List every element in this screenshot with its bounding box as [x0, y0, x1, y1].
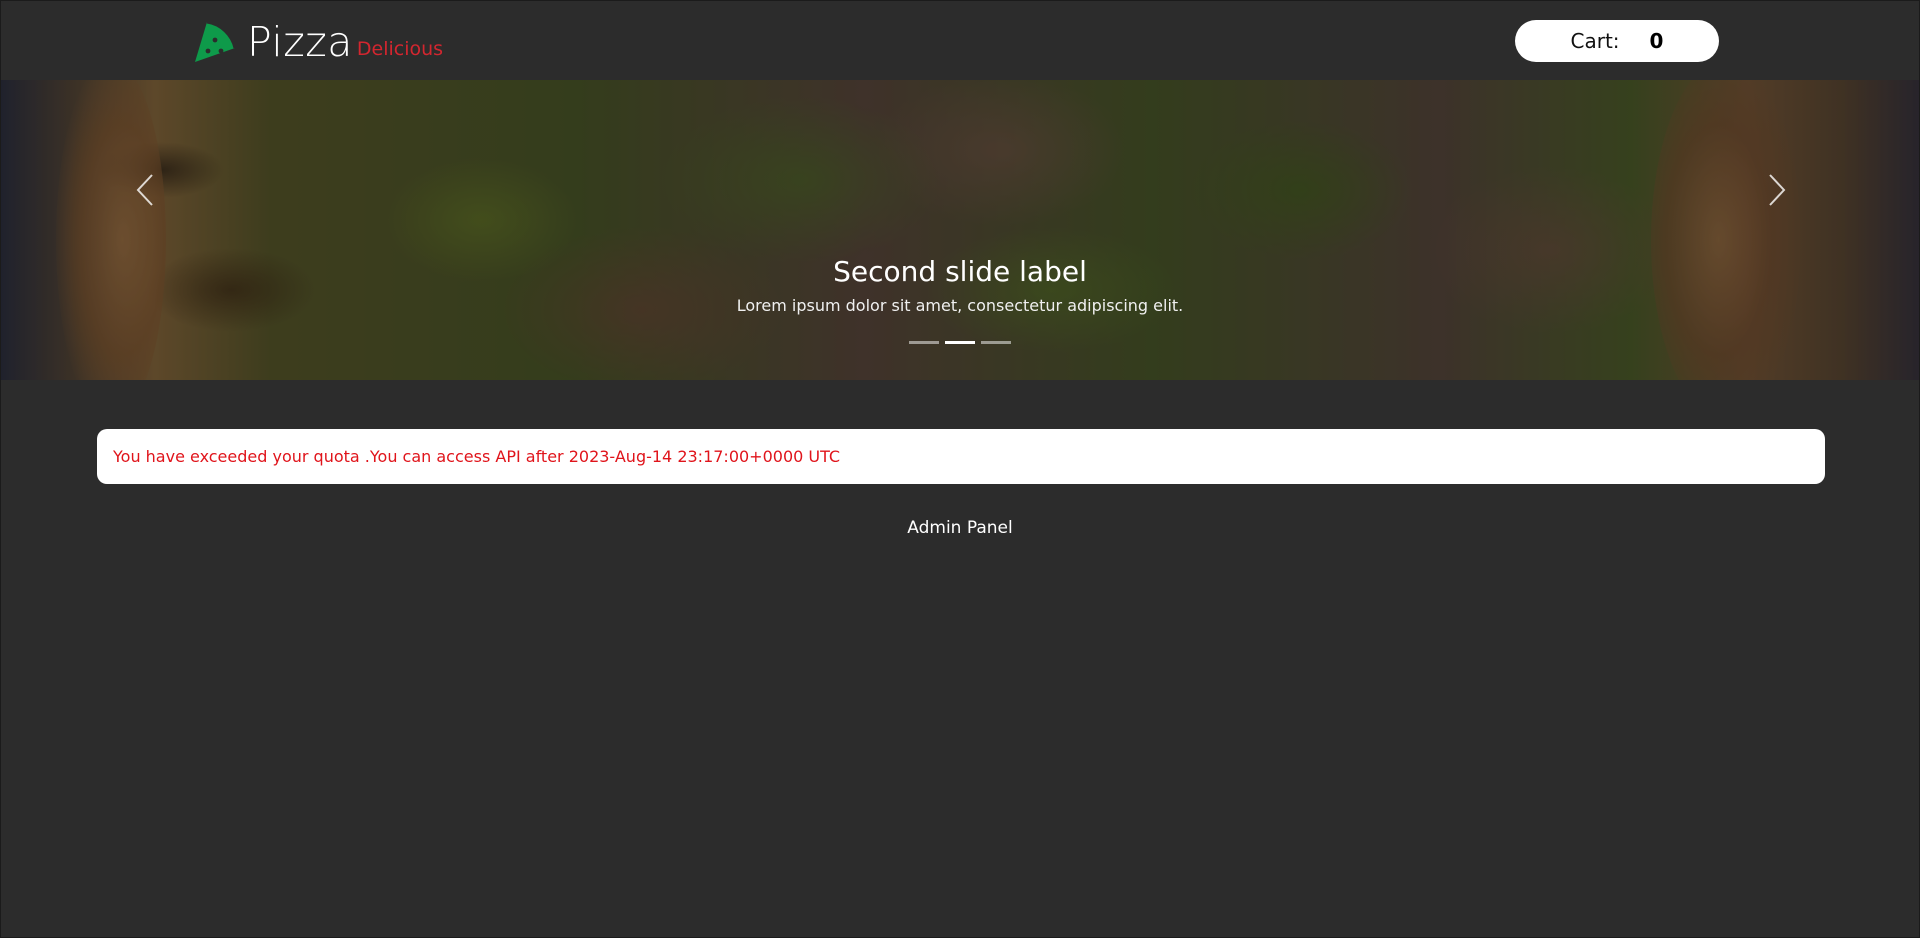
carousel-indicator-3[interactable] — [981, 341, 1011, 344]
quota-alert: You have exceeded your quota .You can ac… — [97, 429, 1825, 484]
chevron-right-icon — [1769, 174, 1786, 206]
carousel-indicator-2[interactable] — [945, 341, 975, 344]
carousel-caption: Second slide label Lorem ipsum dolor sit… — [1, 255, 1919, 316]
cart-button[interactable]: Cart: 0 — [1515, 20, 1719, 62]
admin-panel-link[interactable]: Admin Panel — [907, 518, 1012, 538]
cart-label: Cart: — [1570, 29, 1620, 53]
hero-carousel: Second slide label Lorem ipsum dolor sit… — [1, 80, 1919, 380]
cart-count: 0 — [1649, 29, 1664, 53]
carousel-indicators — [1, 341, 1919, 344]
page: Pizza Delicious Cart: 0 Second slide lab… — [0, 0, 1920, 938]
alert-message: You have exceeded your quota .You can ac… — [113, 447, 841, 466]
slide-text: Lorem ipsum dolor sit amet, consectetur … — [736, 296, 1184, 315]
brand-tagline: Delicious — [356, 38, 444, 60]
pizza-slice-icon — [195, 20, 237, 62]
brand[interactable]: Pizza Delicious — [191, 13, 443, 65]
carousel-prev-button[interactable] — [125, 170, 165, 210]
carousel-indicator-1[interactable] — [909, 341, 939, 344]
slide-image — [1, 80, 1919, 380]
slide-title: Second slide label — [833, 255, 1087, 288]
carousel-next-button[interactable] — [1757, 170, 1797, 210]
brand-name: Pizza — [247, 18, 353, 66]
chevron-left-icon — [136, 174, 153, 206]
admin-panel-container: Admin Panel — [1, 518, 1919, 538]
site-header: Pizza Delicious Cart: 0 — [1, 1, 1919, 80]
